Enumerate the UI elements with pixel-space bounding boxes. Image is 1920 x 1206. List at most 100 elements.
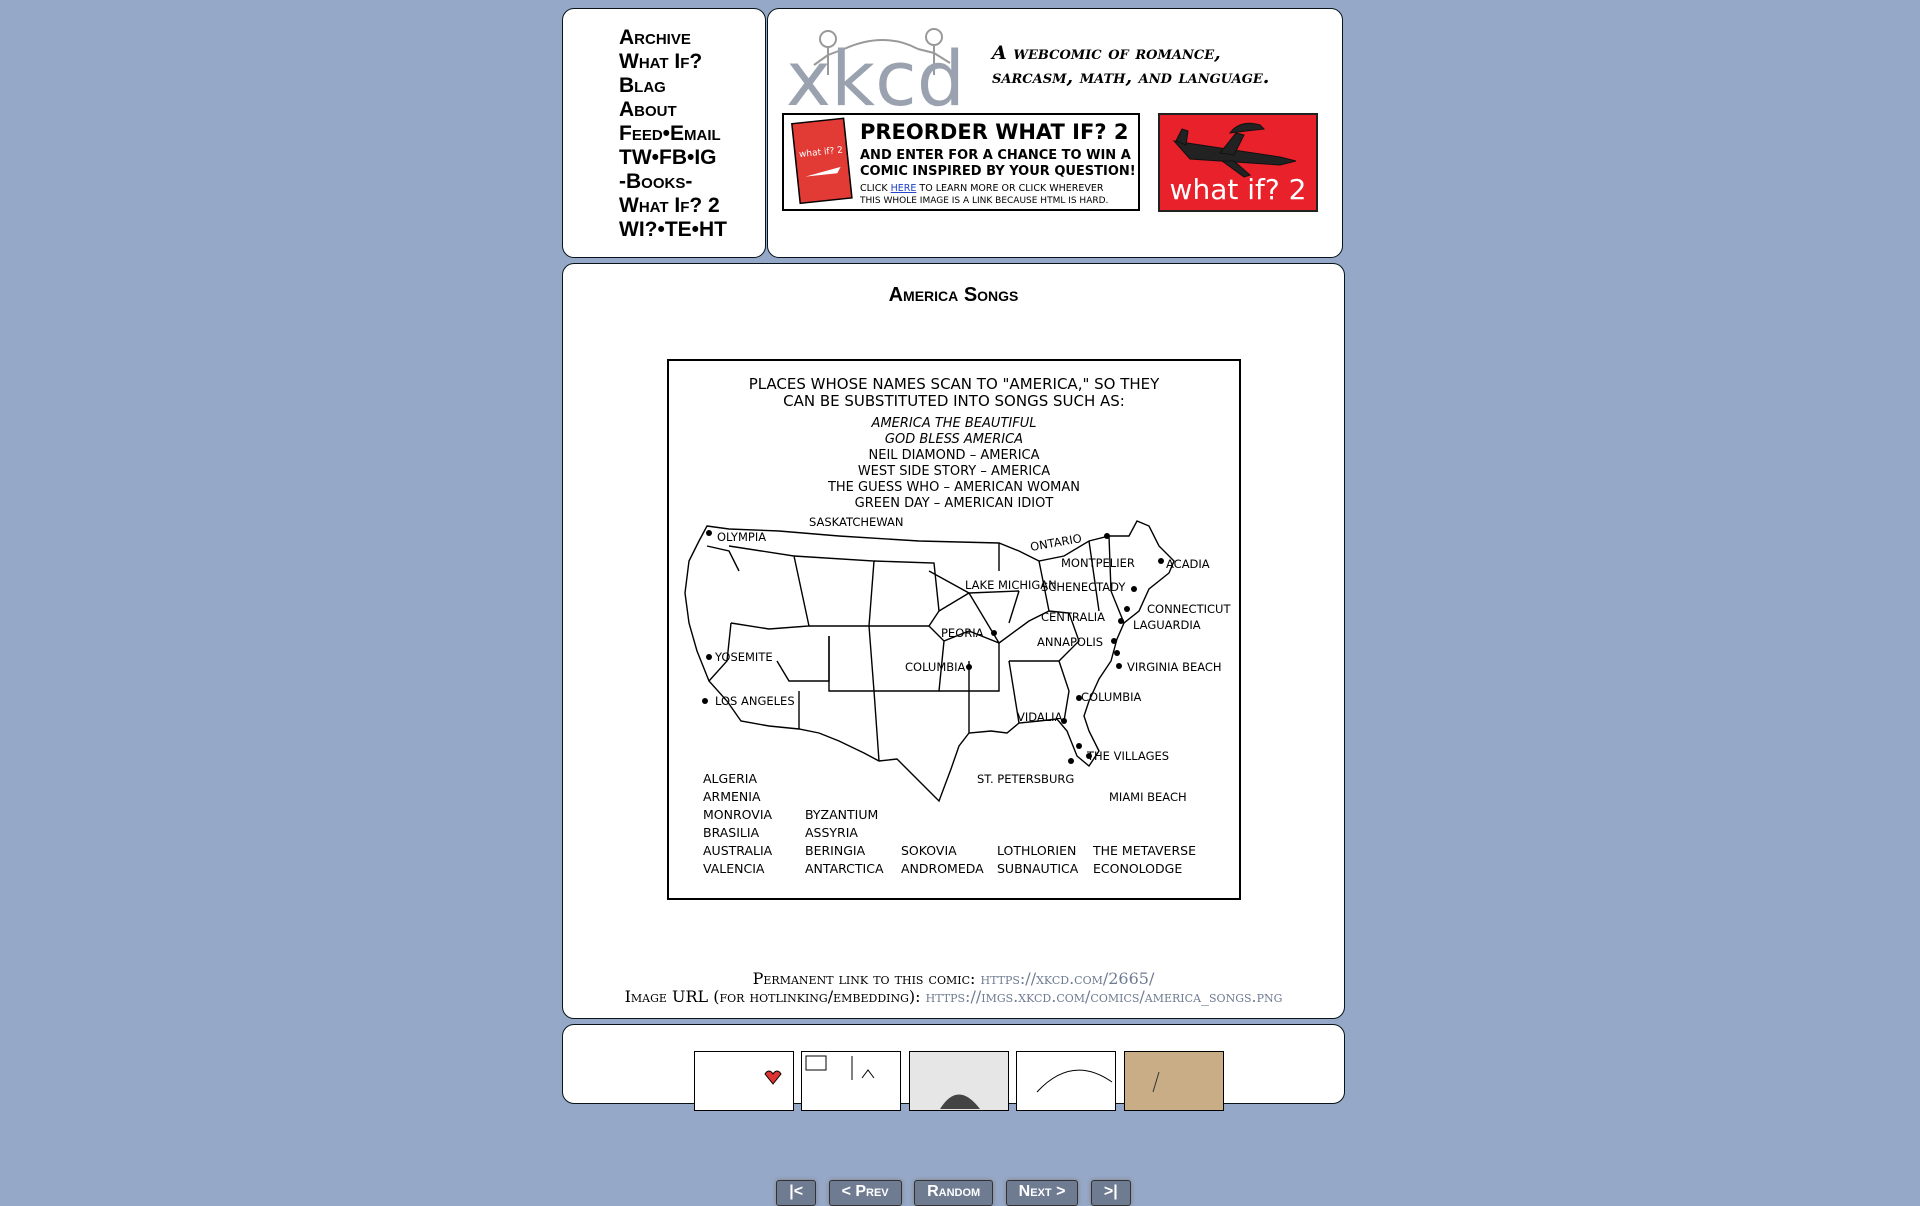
label-columbia-sc: COLUMBIA bbox=[1081, 690, 1142, 704]
permanent-link-row: Permanent link to this comic: https://xk… bbox=[563, 970, 1344, 988]
list-col2-item: ASSYRIA bbox=[805, 825, 858, 840]
slogan-line-1: A webcomic of romance, bbox=[992, 42, 1221, 64]
label-vidalia: VIDALIA bbox=[1017, 710, 1063, 724]
label-st-petersburg: ST. PETERSBURG bbox=[977, 772, 1074, 786]
comic-heading-2: CAN BE SUBSTITUTED INTO SONGS SUCH AS: bbox=[783, 392, 1125, 410]
slogan-line-2: sarcasm, math, and language. bbox=[992, 66, 1270, 88]
top-nav-panel: Archive What If? Blag About Feed•Email T… bbox=[562, 8, 766, 258]
image-url-link[interactable]: https://imgs.xkcd.com/comics/america_son… bbox=[926, 987, 1283, 1006]
label-connecticut: CONNECTICUT bbox=[1147, 602, 1231, 616]
label-the-villages: THE VILLAGES bbox=[1086, 749, 1169, 763]
image-url-label: Image URL (for hotlinking/embedding): bbox=[624, 987, 921, 1006]
nav-books-short-link[interactable]: WI?•TE•HT bbox=[619, 218, 727, 241]
comic-panel: America Songs |< < Prev Random Next > >|… bbox=[562, 263, 1345, 1206]
label-montpelier: MONTPELIER bbox=[1061, 556, 1135, 570]
preorder-heading: PREORDER WHAT IF? 2 bbox=[860, 120, 1128, 144]
preorder-click-text: CLICK bbox=[860, 183, 888, 194]
label-ontario: ONTARIO bbox=[1029, 531, 1083, 554]
list-col2-item: BYZANTIUM bbox=[805, 807, 878, 822]
comic-nav-bottom: |< < Prev Random Next > >| bbox=[563, 1180, 1344, 1206]
bottom-panel bbox=[562, 1024, 1345, 1111]
preorder-line-2: AND ENTER FOR A CHANCE TO WIN A bbox=[860, 148, 1131, 163]
nav-item-books: -Books- bbox=[619, 170, 727, 194]
list-col1-item: ALGERIA bbox=[703, 771, 757, 786]
thumbnail-image bbox=[939, 1094, 980, 1109]
preorder-here-link[interactable]: HERE bbox=[891, 183, 917, 194]
list-col3-item: SOKOVIA bbox=[901, 843, 957, 858]
header-panel: xkcd A webcomic of romance, sarcasm, mat… bbox=[767, 8, 1343, 258]
nav-item-what-if-2[interactable]: What If? 2 bbox=[619, 194, 727, 218]
logo-text: xkcd bbox=[786, 34, 964, 115]
nav-item-about[interactable]: About bbox=[619, 98, 727, 122]
song-6: GREEN DAY – AMERICAN IDIOT bbox=[855, 496, 1054, 511]
thumbnail-image bbox=[805, 1055, 875, 1080]
last-comic-button[interactable]: >| bbox=[1090, 1180, 1131, 1206]
nav-item-social[interactable]: TW•FB•IG bbox=[619, 146, 727, 170]
preorder-line-5: THIS WHOLE IMAGE IS A LINK BECAUSE HTML … bbox=[859, 196, 1108, 206]
slogan: A webcomic of romance, sarcasm, math, an… bbox=[992, 41, 1269, 89]
label-los-angeles: LOS ANGELES bbox=[715, 694, 795, 708]
nav-prev-item: < Prev bbox=[828, 1180, 902, 1206]
list-col5-item: ECONOLODGE bbox=[1093, 861, 1182, 876]
thumbnail[interactable] bbox=[801, 1051, 902, 1111]
list-col2-item: BERINGIA bbox=[805, 843, 866, 858]
label-schenectady: SCHENECTADY bbox=[1041, 580, 1126, 594]
nav-item-blag[interactable]: Blag bbox=[619, 74, 727, 98]
what-if-2-image: what if? 2 bbox=[1170, 122, 1307, 206]
map-labels: SASKATCHEWAN ONTARIO OLYMPIA MONTPELIER … bbox=[714, 515, 1231, 804]
label-annapolis: ANNAPOLIS bbox=[1037, 635, 1103, 649]
label-columbia-mo: COLUMBIA bbox=[905, 660, 966, 674]
nav-random-item: Random bbox=[914, 1180, 994, 1206]
what-if-2-banner[interactable]: what if? 2 bbox=[1158, 113, 1318, 212]
comic-heading-1: PLACES WHOSE NAMES SCAN TO "AMERICA," SO… bbox=[749, 375, 1160, 393]
nav-item-what-if[interactable]: What If? bbox=[619, 50, 727, 74]
label-centralia: CENTRALIA bbox=[1041, 610, 1105, 624]
label-yosemite: YOSEMITE bbox=[714, 650, 773, 664]
list-col3-item: ANDROMEDA bbox=[901, 861, 984, 876]
song-5: THE GUESS WHO – AMERICAN WOMAN bbox=[827, 480, 1080, 495]
nav-first-item: |< bbox=[776, 1180, 817, 1206]
thumbnail[interactable] bbox=[908, 1051, 1009, 1111]
list-col4-item: SUBNAUTICA bbox=[997, 861, 1079, 876]
preorder-ad-banner[interactable]: what if? 2 PREORDER WHAT IF? 2 AND ENTER… bbox=[782, 113, 1140, 211]
comic-links: Permanent link to this comic: https://xk… bbox=[563, 970, 1344, 1006]
label-acadia: ACADIA bbox=[1166, 557, 1210, 571]
nav-item-archive[interactable]: Archive bbox=[619, 26, 727, 50]
next-comic-button[interactable]: Next > bbox=[1005, 1180, 1079, 1206]
preorder-ad-image: what if? 2 PREORDER WHAT IF? 2 AND ENTER… bbox=[791, 117, 1136, 206]
list-col2-item: ANTARCTICA bbox=[805, 861, 884, 876]
prev-comic-button[interactable]: < Prev bbox=[828, 1180, 902, 1206]
nav-what-if-2-link[interactable]: What If? 2 bbox=[619, 194, 720, 217]
nav-feed-email-link[interactable]: Feed•Email bbox=[619, 122, 721, 145]
nav-archive-link[interactable]: Archive bbox=[619, 26, 691, 49]
xkcd-logo[interactable]: xkcd bbox=[784, 23, 964, 115]
list-col1-item: MONROVIA bbox=[703, 807, 773, 822]
nav-last-item: >| bbox=[1090, 1180, 1131, 1206]
nav-about-link[interactable]: About bbox=[619, 98, 677, 121]
thumbnail[interactable] bbox=[1016, 1051, 1117, 1111]
list-col1-item: AUSTRALIA bbox=[703, 843, 773, 858]
nav-item-feed-email[interactable]: Feed•Email bbox=[619, 122, 727, 146]
preorder-learn-more-text: TO LEARN MORE OR CLICK WHEREVER bbox=[918, 183, 1103, 194]
nav-social-link[interactable]: TW•FB•IG bbox=[619, 146, 717, 169]
list-col1-item: VALENCIA bbox=[703, 861, 765, 876]
comic-title: America Songs bbox=[888, 284, 1019, 306]
list-col1-item: BRASILIA bbox=[703, 825, 760, 840]
thumbnail[interactable] bbox=[1123, 1051, 1224, 1111]
thumbnail[interactable] bbox=[694, 1051, 794, 1111]
top-nav-list: Archive What If? Blag About Feed•Email T… bbox=[619, 26, 727, 242]
random-comic-button[interactable]: Random bbox=[914, 1180, 994, 1206]
preorder-line-3: COMIC INSPIRED BY YOUR QUESTION! bbox=[860, 164, 1136, 179]
comic-drawing: PLACES WHOSE NAMES SCAN TO "AMERICA," SO… bbox=[684, 375, 1231, 876]
comic-image: PLACES WHOSE NAMES SCAN TO "AMERICA," SO… bbox=[667, 359, 1241, 900]
list-col4-item: LOTHLORIEN bbox=[997, 843, 1076, 858]
first-comic-button[interactable]: |< bbox=[776, 1180, 817, 1206]
nav-blag-link[interactable]: Blag bbox=[619, 74, 666, 97]
list-col5-item: THE METAVERSE bbox=[1092, 843, 1196, 858]
nav-what-if-link[interactable]: What If? bbox=[619, 50, 702, 73]
list-col1-item: ARMENIA bbox=[703, 789, 761, 804]
nav-item-books-short[interactable]: WI?•TE•HT bbox=[619, 218, 727, 242]
permanent-link[interactable]: https://xkcd.com/2665/ bbox=[981, 969, 1155, 988]
what-if-2-banner-text: what if? 2 bbox=[1170, 173, 1307, 206]
permanent-link-label: Permanent link to this comic: bbox=[752, 969, 976, 988]
